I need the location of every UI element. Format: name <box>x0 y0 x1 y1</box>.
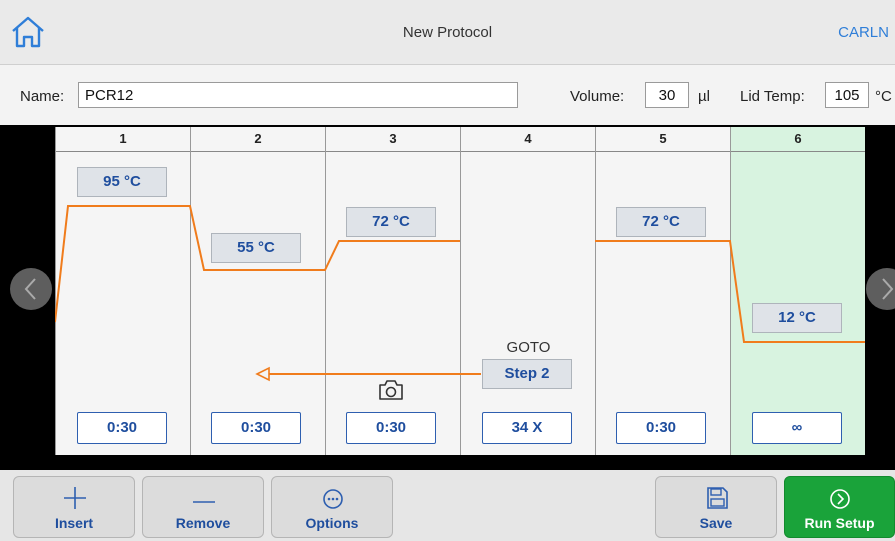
chevron-right-circle-icon <box>830 489 850 509</box>
minus-icon <box>193 501 215 503</box>
options-label: Options <box>305 515 359 531</box>
name-label: Name: <box>20 88 65 105</box>
temperature-profile-line <box>55 205 460 323</box>
lid-temp-unit: °C <box>875 88 892 105</box>
goto-arrowhead <box>255 366 270 382</box>
run-setup-button[interactable]: Run Setup <box>784 476 895 538</box>
options-button[interactable]: Options <box>271 476 393 538</box>
save-button[interactable]: Save <box>655 476 777 538</box>
temperature-profile <box>55 205 865 382</box>
scroll-right-button[interactable] <box>866 268 895 310</box>
save-label: Save <box>699 515 733 531</box>
volume-field[interactable]: 30 <box>645 82 689 108</box>
plus-icon <box>64 487 86 509</box>
insert-button[interactable]: Insert <box>13 476 135 538</box>
volume-label: Volume: <box>570 88 625 105</box>
lid-temp-field[interactable]: 105 <box>825 82 869 108</box>
remove-label: Remove <box>175 515 231 531</box>
more-options-icon <box>323 489 343 509</box>
name-field[interactable]: PCR12 <box>78 82 518 108</box>
remove-button[interactable]: Remove <box>142 476 264 538</box>
save-icon <box>707 487 728 509</box>
page-title: New Protocol <box>402 24 493 41</box>
bottom-toolbar: Insert Remove Options Save Run Setup <box>0 470 895 541</box>
user-name[interactable]: CARLN <box>838 24 889 41</box>
insert-label: Insert <box>54 515 94 531</box>
volume-unit: µl <box>698 88 710 105</box>
chevron-left-icon <box>24 278 36 300</box>
lid-temp-label: Lid Temp: <box>740 88 805 105</box>
protocol-settings-bar: Name: PCR12 Volume: 30 µl Lid Temp: 105 … <box>0 65 895 125</box>
temperature-profile-line <box>595 240 865 343</box>
run-setup-label: Run Setup <box>804 515 875 531</box>
scroll-left-button[interactable] <box>10 268 52 310</box>
top-bar: New Protocol CARLN <box>0 0 895 65</box>
protocol-graph-area: 1 95 °C 0:30 2 55 °C 0:30 3 72 °C 0:30 4… <box>0 125 895 470</box>
protocol-graph: 1 95 °C 0:30 2 55 °C 0:30 3 72 °C 0:30 4… <box>55 127 865 455</box>
chevron-right-icon <box>882 278 894 300</box>
